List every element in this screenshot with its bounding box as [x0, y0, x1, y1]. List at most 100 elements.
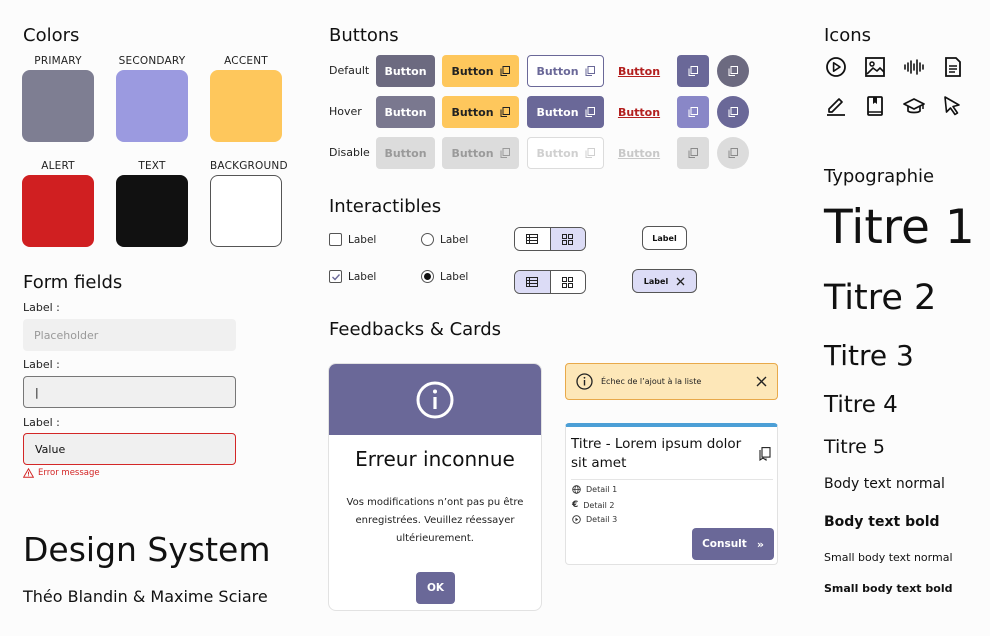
detail-item: € Detail 2: [572, 500, 615, 510]
round-icon-button-default[interactable]: [717, 55, 749, 87]
book-icon: [867, 96, 883, 116]
swatch-primary: [22, 70, 94, 142]
secondary-button-default[interactable]: Button: [442, 55, 519, 87]
icon-button-hover[interactable]: [677, 96, 709, 128]
typo-small-bold: Small body text bold: [824, 582, 953, 595]
state-hover-label: Hover: [329, 105, 362, 118]
swatch-label-primary: PRIMARY: [34, 55, 82, 67]
swatch-text: [116, 175, 188, 247]
secondary-button-disabled: Button: [442, 137, 519, 169]
primary-button-disabled: Button: [376, 137, 435, 169]
icon-button-default[interactable]: [677, 55, 709, 87]
link-button-hover[interactable]: Button: [618, 96, 660, 128]
typo-title-1: Titre 1: [824, 200, 975, 255]
typo-body-normal: Body text normal: [824, 476, 945, 492]
secondary-button-hover[interactable]: Button: [442, 96, 519, 128]
ok-button[interactable]: OK: [416, 572, 455, 604]
tag-label[interactable]: Label: [642, 226, 687, 250]
field-label: Label :: [23, 416, 60, 429]
copy-icon: [585, 66, 595, 76]
radio-selected[interactable]: Label: [421, 270, 468, 283]
outline-button-hover[interactable]: Button: [527, 96, 604, 128]
consult-button[interactable]: Consult »: [692, 528, 774, 560]
grid-view-icon: [562, 276, 574, 288]
view-toggle-list-selected[interactable]: [514, 270, 586, 294]
cursor-icon: [944, 96, 960, 116]
pencil-icon: [827, 98, 845, 116]
link-button-default[interactable]: Button: [618, 55, 660, 87]
primary-button-default[interactable]: Button: [376, 55, 435, 87]
error-input[interactable]: Value: [23, 433, 236, 465]
typography-title: Typographie: [824, 166, 935, 187]
outline-button-disabled: Button: [527, 137, 604, 169]
double-chevron-right-icon: »: [756, 537, 764, 551]
grid-view-option[interactable]: [550, 228, 585, 250]
bookmark-icon[interactable]: [759, 447, 771, 461]
typo-title-2: Titre 2: [824, 278, 937, 318]
placeholder-input[interactable]: Placeholder: [23, 319, 236, 351]
swatch-accent: [210, 70, 282, 142]
error-message-text: Error message: [38, 468, 100, 478]
outline-button-default[interactable]: Button: [527, 55, 604, 87]
focused-input[interactable]: |: [23, 376, 236, 408]
error-card-header: [329, 364, 541, 435]
chip-removable[interactable]: Label: [632, 269, 697, 293]
view-toggle-grid-selected[interactable]: [514, 227, 586, 251]
copy-icon: [728, 66, 738, 76]
checkbox-unchecked[interactable]: Label: [329, 233, 376, 246]
radio-unselected[interactable]: Label: [421, 233, 468, 246]
info-icon: [576, 373, 593, 390]
document-icon: [945, 57, 961, 77]
swatch-label-accent: ACCENT: [224, 55, 268, 67]
buttons-title: Buttons: [329, 25, 399, 46]
warning-icon: [23, 468, 34, 478]
copy-icon: [728, 148, 738, 158]
error-card: Erreur inconnue Vos modifications n’ont …: [328, 363, 542, 611]
page-title: Design System: [23, 530, 271, 569]
typo-title-5: Titre 5: [824, 436, 885, 458]
field-label: Label :: [23, 358, 60, 371]
copy-icon: [500, 107, 510, 117]
colors-title: Colors: [23, 25, 80, 46]
primary-button-hover[interactable]: Button: [376, 96, 435, 128]
image-icon: [865, 57, 885, 77]
state-default-label: Default: [329, 64, 370, 77]
typo-small-normal: Small body text normal: [824, 551, 953, 564]
copy-icon: [688, 66, 698, 76]
field-label: Label :: [23, 301, 60, 314]
list-view-option[interactable]: [515, 271, 551, 293]
detail-item: Detail 3: [572, 515, 617, 524]
list-view-option[interactable]: [515, 228, 551, 250]
swatch-label-background: BACKGROUND: [210, 160, 288, 172]
error-card-body: Vos modifications n’ont pas pu être enre…: [346, 497, 524, 544]
close-icon[interactable]: [676, 277, 685, 286]
list-view-icon: [526, 234, 539, 244]
checkbox-checked[interactable]: Label: [329, 270, 376, 283]
form-title: Form fields: [23, 272, 123, 293]
globe-icon: [572, 485, 581, 494]
grid-view-option[interactable]: [550, 271, 585, 293]
list-view-icon: [526, 277, 539, 287]
close-icon[interactable]: [756, 376, 767, 387]
play-icon: [826, 57, 846, 77]
error-message: Error message: [23, 468, 100, 478]
copy-icon: [585, 148, 595, 158]
swatch-background: [210, 175, 282, 247]
detail-item: Detail 1: [572, 485, 617, 494]
audio-wave-icon: [904, 59, 924, 75]
swatch-alert: [22, 175, 94, 247]
swatch-label-alert: ALERT: [41, 160, 75, 172]
info-icon: [416, 381, 454, 418]
toast-warning: Échec de l’ajout à la liste: [565, 363, 778, 400]
round-icon-button-hover[interactable]: [717, 96, 749, 128]
typo-body-bold: Body text bold: [824, 514, 940, 530]
swatch-secondary: [116, 70, 188, 142]
copy-icon: [585, 107, 595, 117]
euro-icon: €: [572, 500, 579, 510]
swatch-label-secondary: SECONDARY: [118, 55, 186, 67]
copy-icon: [688, 107, 698, 117]
icons-title: Icons: [824, 25, 872, 46]
copy-icon: [688, 148, 698, 158]
authors: Théo Blandin & Maxime Sciare: [23, 587, 268, 606]
copy-icon: [728, 107, 738, 117]
